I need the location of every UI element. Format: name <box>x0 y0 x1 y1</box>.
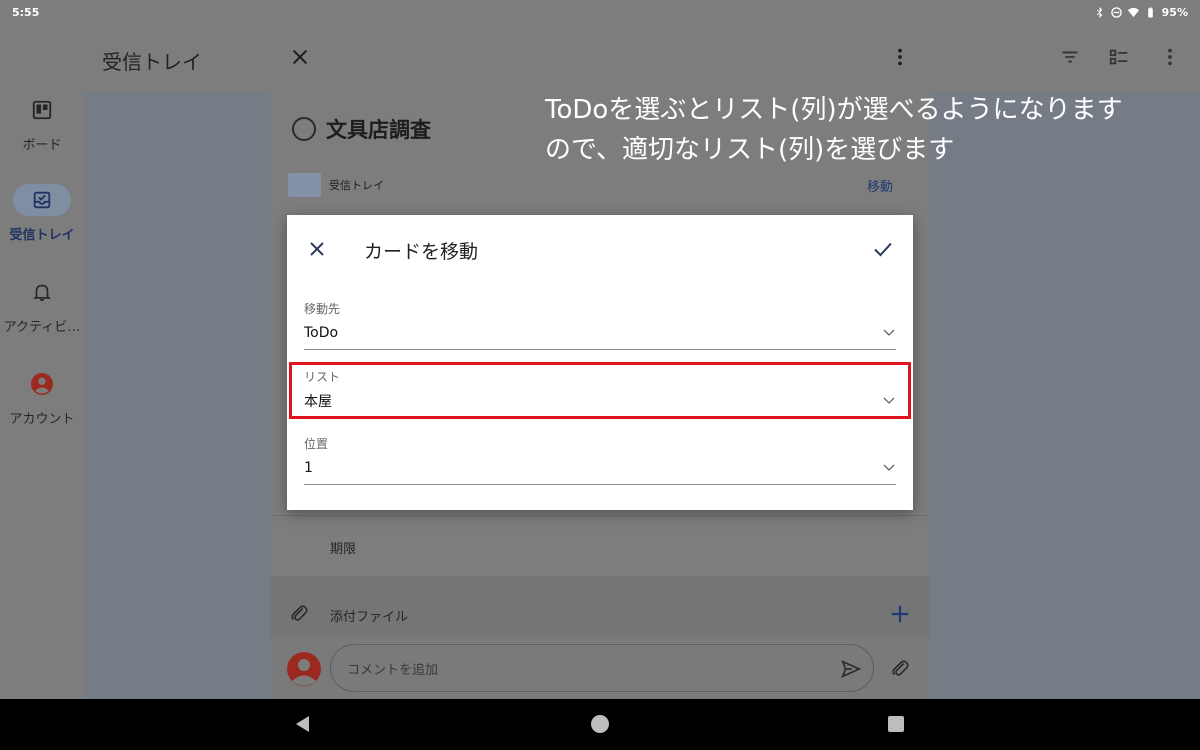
filter-button[interactable] <box>1059 46 1081 72</box>
card-title: 文具店調査 <box>326 118 431 142</box>
tutorial-annotation: ToDoを選ぶとリスト(列)が選べるようになります ので、適切なリスト(列)を選… <box>545 90 1185 170</box>
bluetooth-icon <box>1096 6 1102 18</box>
move-card-link[interactable]: 移動 <box>867 176 893 195</box>
card-title-row: 文具店調査 <box>292 114 431 144</box>
status-icons: 95% <box>1094 6 1188 19</box>
nav-label-inbox: 受信トレイ <box>9 228 75 243</box>
card-list-row: 受信トレイ 移動 <box>288 172 893 198</box>
status-bar: 5:55 95% <box>0 0 1200 24</box>
status-time: 5:55 <box>12 5 40 19</box>
home-circle-icon <box>591 715 609 733</box>
overflow-menu-button[interactable] <box>1159 46 1181 72</box>
nav-rail: ボード 受信トレイ アクティビ… アカウント <box>0 24 84 699</box>
attachment-icon <box>291 605 308 621</box>
due-date-label[interactable]: 期限 <box>330 538 356 557</box>
system-nav-bar <box>0 699 1200 750</box>
close-icon <box>292 49 308 65</box>
view-toggle-button[interactable] <box>1108 46 1130 72</box>
home-button[interactable] <box>590 714 610 738</box>
card-list-name: 受信トレイ <box>329 179 384 192</box>
plus-icon <box>891 605 909 623</box>
annotation-line-2: ので、適切なリスト(列)を選びます <box>545 135 955 165</box>
more-vert-icon <box>898 48 902 66</box>
destination-value: ToDo <box>304 325 339 341</box>
position-label: 位置 <box>304 437 329 451</box>
nav-item-account[interactable]: アカウント <box>0 368 84 427</box>
nav-item-activity[interactable]: アクティビ… <box>0 276 84 335</box>
send-comment-button[interactable] <box>840 658 862 684</box>
dialog-header: カードを移動 <box>287 215 913 283</box>
nav-label-board: ボード <box>22 138 62 153</box>
nav-item-board[interactable]: ボード <box>0 94 84 153</box>
chevron-down-icon <box>883 329 895 336</box>
divider <box>270 515 930 516</box>
comment-input[interactable]: コメントを追加 <box>330 644 874 692</box>
send-icon <box>841 660 862 678</box>
account-icon <box>31 373 53 395</box>
list-thumbnail <box>288 173 321 197</box>
battery-icon <box>1147 6 1153 18</box>
battery-level: 95% <box>1161 5 1188 19</box>
field-underline <box>304 484 896 485</box>
wifi-icon <box>1127 7 1139 17</box>
board-icon <box>32 100 52 120</box>
dialog-title: カードを移動 <box>364 241 479 263</box>
inbox-icon <box>33 191 51 209</box>
close-icon <box>310 242 324 256</box>
dnd-icon <box>1110 6 1122 18</box>
attachment-icon <box>892 660 909 676</box>
inbox-list-area <box>84 93 270 699</box>
bell-icon <box>33 284 51 302</box>
highlight-box <box>289 362 911 419</box>
list-view-icon <box>1109 49 1128 65</box>
inbox-title: 受信トレイ <box>102 50 202 74</box>
back-triangle-icon <box>296 716 309 732</box>
dialog-close-button[interactable] <box>305 237 329 261</box>
board-background <box>930 93 1200 699</box>
attachments-label: 添付ファイル <box>330 610 409 625</box>
account-icon <box>292 659 316 686</box>
annotation-line-1: ToDoを選ぶとリスト(列)が選べるようになります <box>545 95 1123 125</box>
avatar <box>287 652 321 686</box>
attachment-icon-wrap <box>288 603 310 629</box>
back-button[interactable] <box>293 714 313 738</box>
field-underline <box>304 349 896 350</box>
position-value: 1 <box>304 460 313 476</box>
recents-square-icon <box>888 716 904 732</box>
position-select[interactable]: 位置 1 <box>304 435 896 485</box>
dialog-confirm-button[interactable] <box>871 237 895 261</box>
close-card-button[interactable] <box>289 46 311 72</box>
destination-label: 移動先 <box>304 302 341 316</box>
attach-comment-button[interactable] <box>889 658 911 684</box>
nav-label-activity: アクティビ… <box>3 320 81 335</box>
card-menu-button[interactable] <box>889 46 911 72</box>
recents-button[interactable] <box>886 714 906 738</box>
chevron-down-icon <box>883 464 895 471</box>
filter-icon <box>1062 51 1078 63</box>
destination-select[interactable]: 移動先 ToDo <box>304 300 896 350</box>
complete-radio-icon[interactable] <box>292 117 316 141</box>
screen: 5:55 95% ボード 受信トレイ アクティビ… アカウント 受信トレイ 文具… <box>0 0 1200 750</box>
nav-item-inbox[interactable]: 受信トレイ <box>0 184 84 243</box>
check-icon <box>874 242 892 257</box>
nav-label-account: アカウント <box>9 412 75 427</box>
comment-placeholder: コメントを追加 <box>347 662 439 678</box>
more-vert-icon <box>1168 48 1172 66</box>
add-attachment-button[interactable] <box>889 603 911 629</box>
